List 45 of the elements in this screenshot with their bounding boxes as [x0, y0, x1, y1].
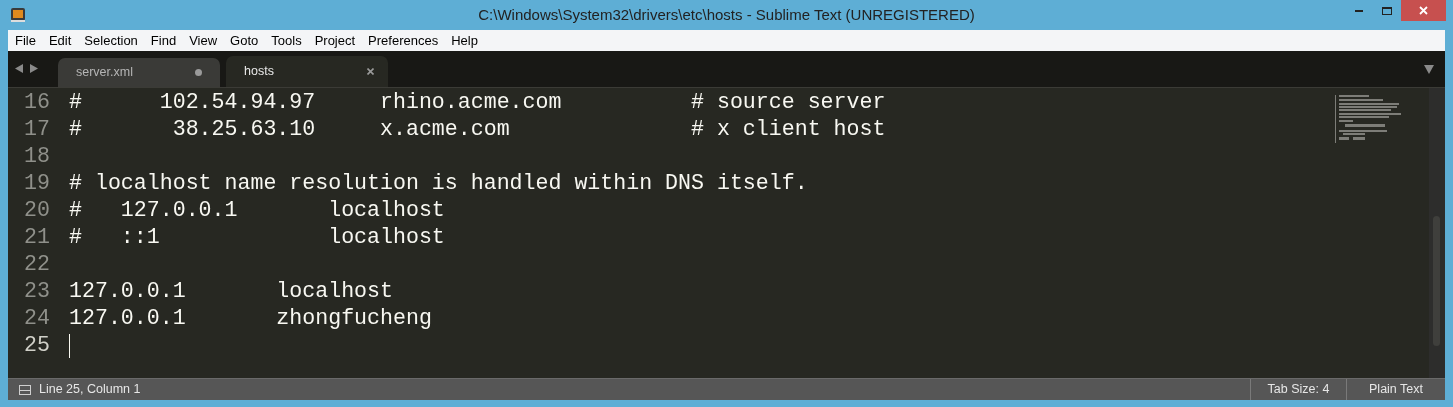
menu-item[interactable]: View	[189, 30, 218, 51]
menu-item[interactable]: Preferences	[368, 30, 439, 51]
line-number: 20	[23, 197, 50, 225]
close-icon	[1419, 6, 1428, 15]
code-line: 127.0.0.1 zhongfucheng	[69, 305, 432, 333]
line-number: 25	[23, 332, 50, 360]
line-number: 16	[23, 89, 50, 117]
syntax-indicator[interactable]: Plain Text	[1346, 379, 1445, 400]
editor-tab[interactable]: hosts	[226, 56, 388, 87]
scrollbar-track[interactable]	[1429, 88, 1445, 378]
menu-item[interactable]: Edit	[48, 30, 72, 51]
code-line: # 127.0.0.1 localhost	[69, 197, 445, 225]
line-number: 24	[23, 305, 50, 333]
menu-item[interactable]: Find	[150, 30, 177, 51]
code-line: # 102.54.94.97 rhino.acme.com # source server	[69, 89, 886, 117]
maximize-icon	[1382, 6, 1392, 15]
app-icon[interactable]	[11, 8, 25, 22]
menu-item[interactable]: File	[15, 30, 36, 51]
text-cursor	[69, 333, 70, 358]
tab-nav-arrows-icon[interactable]	[15, 64, 41, 73]
close-button[interactable]	[1401, 0, 1446, 21]
line-number: 17	[23, 116, 50, 144]
line-number: 23	[23, 278, 50, 306]
menu-item[interactable]: Goto	[230, 30, 259, 51]
code-line: # localhost name resolution is handled within DNS itself.	[69, 170, 808, 198]
line-number: 18	[23, 143, 50, 171]
window-title: C:\Windows\System32\drivers\etc\hosts - Sublime Text (UNREGISTERED)	[477, 4, 976, 25]
code-line: 127.0.0.1 localhost	[69, 278, 393, 306]
line-number: 22	[23, 251, 50, 279]
line-number: 19	[23, 170, 50, 198]
code-line: # ::1 localhost	[69, 224, 445, 252]
unsaved-dot-icon[interactable]	[195, 69, 202, 76]
panel-toggle-icon[interactable]	[19, 384, 31, 395]
cursor-position: Line 25, Column 1	[39, 381, 141, 399]
minimize-icon	[1355, 9, 1363, 12]
close-tab-icon[interactable]	[367, 68, 374, 75]
menu-item[interactable]: Help	[451, 30, 478, 51]
line-number: 21	[23, 224, 50, 252]
tab-list-icon[interactable]	[1424, 65, 1434, 74]
menu-item[interactable]: Project	[314, 30, 356, 51]
editor-tab[interactable]: server.xml	[58, 58, 220, 87]
menu-item[interactable]: Selection	[84, 30, 138, 51]
tab-size-indicator[interactable]: Tab Size: 4	[1250, 379, 1346, 400]
code-line: # 38.25.63.10 x.acme.com # x client host	[69, 116, 886, 144]
menu-item[interactable]: Tools	[271, 30, 302, 51]
